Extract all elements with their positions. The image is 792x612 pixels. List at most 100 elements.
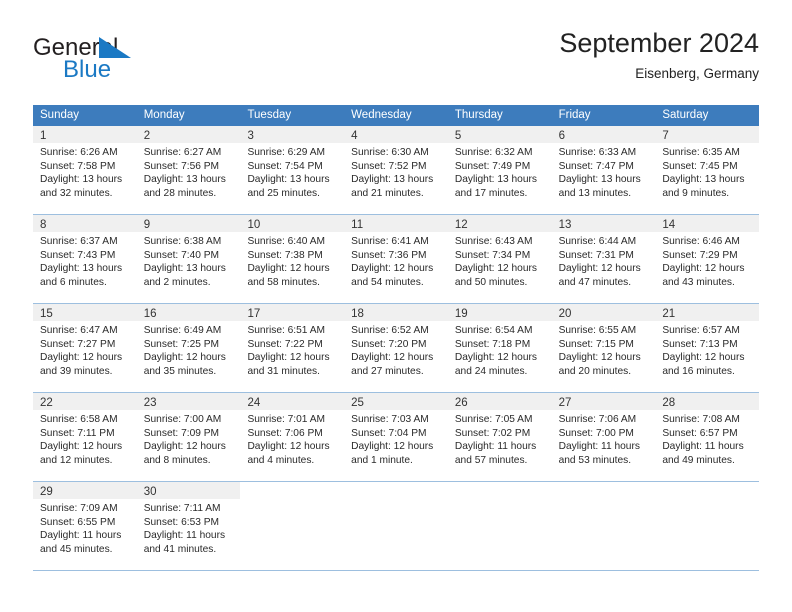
day-details: Sunrise: 6:44 AM Sunset: 7:31 PM Daylight:… xyxy=(552,232,656,295)
daylight-text-line2: and 28 minutes. xyxy=(143,187,217,199)
day-number: 30 xyxy=(143,486,157,498)
calendar-day-cell[interactable]: 12 Sunrise: 6:43 AM Sunset: 7:34 PM Dayligh… xyxy=(447,215,552,303)
daylight-text-line1: Daylight: 12 hours xyxy=(351,263,434,275)
daylight-text-line1: Daylight: 13 hours xyxy=(454,174,537,186)
calendar-day-cell[interactable]: 29 Sunrise: 7:09 AM Sunset: 6:55 PM Dayligh… xyxy=(33,482,137,570)
daylight-text-line2: and 43 minutes. xyxy=(662,276,735,288)
day-number: 20 xyxy=(558,308,572,320)
day-details: Sunrise: 6:30 AM Sunset: 7:52 PM Daylight:… xyxy=(344,143,448,206)
sunrise-text: Sunrise: 6:49 AM xyxy=(143,325,222,336)
page-title: September 2024 xyxy=(559,28,759,58)
sunset-text: Sunset: 7:40 PM xyxy=(143,249,220,261)
day-details: Sunrise: 7:08 AM Sunset: 6:57 PM Daylight:… xyxy=(655,410,759,473)
calendar-day-cell[interactable]: 7 Sunrise: 6:35 AM Sunset: 7:45 PM Daylight… xyxy=(655,126,760,214)
calendar-day-cell[interactable]: 9 Sunrise: 6:38 AM Sunset: 7:40 PM Daylight… xyxy=(136,215,241,303)
calendar-day-cell[interactable]: 27 Sunrise: 7:06 AM Sunset: 7:00 PM Dayligh… xyxy=(551,393,656,481)
daylight-text-line2: and 20 minutes. xyxy=(558,365,632,377)
calendar-day-cell[interactable]: 28 Sunrise: 7:08 AM Sunset: 6:57 PM Dayligh… xyxy=(655,393,760,481)
calendar-day-cell[interactable]: 5 Sunrise: 6:32 AM Sunset: 7:49 PM Daylight… xyxy=(447,126,552,214)
day-number-band: 17 xyxy=(240,304,345,321)
calendar-day-cell[interactable]: 19 Sunrise: 6:54 AM Sunset: 7:18 PM Dayligh… xyxy=(447,304,552,392)
brand-logo[interactable]: General Blue xyxy=(33,34,243,90)
calendar-day-cell[interactable]: 22 Sunrise: 6:58 AM Sunset: 7:11 PM Dayligh… xyxy=(33,393,137,481)
day-number-band: 14 xyxy=(655,215,760,232)
calendar-day-cell[interactable]: 20 Sunrise: 6:55 AM Sunset: 7:15 PM Dayligh… xyxy=(551,304,656,392)
calendar-day-cell[interactable]: 24 Sunrise: 7:01 AM Sunset: 7:06 PM Dayligh… xyxy=(240,393,345,481)
daylight-text-line1: Daylight: 13 hours xyxy=(558,174,641,186)
day-number: 14 xyxy=(662,219,676,231)
sunrise-text: Sunrise: 6:47 AM xyxy=(40,325,118,336)
daylight-text-line1: Daylight: 12 hours xyxy=(351,352,434,364)
sunset-text: Sunset: 6:53 PM xyxy=(143,516,220,528)
day-number-band: 7 xyxy=(655,126,760,143)
daylight-text-line2: and 49 minutes. xyxy=(662,454,735,466)
sunrise-text: Sunrise: 7:03 AM xyxy=(351,414,429,425)
sunset-text: Sunset: 7:11 PM xyxy=(40,427,115,439)
day-details: Sunrise: 6:58 AM Sunset: 7:11 PM Daylight:… xyxy=(33,410,137,473)
calendar-week-row: 22 Sunrise: 6:58 AM Sunset: 7:11 PM Dayligh… xyxy=(33,393,760,482)
day-number: 19 xyxy=(454,308,468,320)
day-number: 28 xyxy=(662,397,676,409)
day-number: 16 xyxy=(143,308,157,320)
calendar-day-cell[interactable]: 13 Sunrise: 6:44 AM Sunset: 7:31 PM Dayligh… xyxy=(551,215,656,303)
calendar-day-cell[interactable]: 18 Sunrise: 6:52 AM Sunset: 7:20 PM Dayligh… xyxy=(344,304,448,392)
daylight-text-line1: Daylight: 12 hours xyxy=(247,441,330,453)
calendar-day-cell[interactable]: 30 Sunrise: 7:11 AM Sunset: 6:53 PM Dayligh… xyxy=(136,482,241,570)
weekday-header-row: Sunday Monday Tuesday Wednesday Thursday… xyxy=(33,105,759,126)
weekday-header-monday: Monday xyxy=(143,109,185,121)
day-details: Sunrise: 7:11 AM Sunset: 6:53 PM Daylight:… xyxy=(137,499,241,562)
calendar-day-cell[interactable]: 2 Sunrise: 6:27 AM Sunset: 7:56 PM Daylight… xyxy=(136,126,241,214)
calendar-day-cell[interactable]: 23 Sunrise: 7:00 AM Sunset: 7:09 PM Dayligh… xyxy=(136,393,241,481)
day-number-band: 8 xyxy=(33,215,137,232)
title-block: September 2024 Eisenberg, Germany xyxy=(559,26,759,84)
calendar-day-cell[interactable]: 15 Sunrise: 6:47 AM Sunset: 7:27 PM Dayligh… xyxy=(33,304,137,392)
daylight-text-line1: Daylight: 12 hours xyxy=(143,441,226,453)
day-number-band: 27 xyxy=(551,393,656,410)
day-details: Sunrise: 6:43 AM Sunset: 7:34 PM Daylight:… xyxy=(448,232,552,295)
daylight-text-line2: and 32 minutes. xyxy=(40,187,113,199)
day-number-band: 19 xyxy=(447,304,552,321)
daylight-text-line2: and 21 minutes. xyxy=(351,187,424,199)
calendar-day-cell[interactable]: 8 Sunrise: 6:37 AM Sunset: 7:43 PM Daylight… xyxy=(33,215,137,303)
sunset-text: Sunset: 7:45 PM xyxy=(662,160,738,172)
calendar-day-cell[interactable]: 16 Sunrise: 6:49 AM Sunset: 7:25 PM Dayligh… xyxy=(136,304,241,392)
calendar-day-cell[interactable]: 1 Sunrise: 6:26 AM Sunset: 7:58 PM Daylight… xyxy=(33,126,137,214)
day-number-band: 16 xyxy=(136,304,241,321)
blue-triangle-flag-icon xyxy=(99,37,131,58)
calendar-day-cell[interactable]: 6 Sunrise: 6:33 AM Sunset: 7:47 PM Daylight… xyxy=(551,126,656,214)
day-details: Sunrise: 6:40 AM Sunset: 7:38 PM Daylight:… xyxy=(240,232,344,295)
sunrise-text: Sunrise: 6:41 AM xyxy=(351,236,429,247)
day-number-band: 2 xyxy=(136,126,241,143)
day-details: Sunrise: 7:06 AM Sunset: 7:00 PM Daylight:… xyxy=(552,410,656,473)
day-number-band: 1 xyxy=(33,126,137,143)
daylight-text-line2: and 53 minutes. xyxy=(558,454,632,466)
day-number: 13 xyxy=(558,219,572,231)
calendar-day-cell[interactable]: 10 Sunrise: 6:40 AM Sunset: 7:38 PM Dayligh… xyxy=(240,215,345,303)
calendar-day-cell[interactable]: 25 Sunrise: 7:03 AM Sunset: 7:04 PM Dayligh… xyxy=(344,393,448,481)
day-number-band: 21 xyxy=(655,304,760,321)
day-number-band: 6 xyxy=(551,126,656,143)
calendar-day-cell[interactable]: 3 Sunrise: 6:29 AM Sunset: 7:54 PM Daylight… xyxy=(240,126,345,214)
calendar-day-cell[interactable]: 21 Sunrise: 6:57 AM Sunset: 7:13 PM Dayligh… xyxy=(655,304,760,392)
calendar-day-cell[interactable]: 4 Sunrise: 6:30 AM Sunset: 7:52 PM Daylight… xyxy=(344,126,448,214)
sunset-text: Sunset: 7:47 PM xyxy=(558,160,634,172)
day-number: 29 xyxy=(40,486,53,498)
sunset-text: Sunset: 7:02 PM xyxy=(454,427,531,439)
daylight-text-line1: Daylight: 11 hours xyxy=(558,441,640,453)
calendar-week-row: 8 Sunrise: 6:37 AM Sunset: 7:43 PM Daylight… xyxy=(33,215,760,304)
daylight-text-line1: Daylight: 13 hours xyxy=(40,263,123,275)
daylight-text-line2: and 31 minutes. xyxy=(247,365,320,377)
calendar-day-cell[interactable]: 26 Sunrise: 7:05 AM Sunset: 7:02 PM Dayligh… xyxy=(447,393,552,481)
daylight-text-line2: and 25 minutes. xyxy=(247,187,320,199)
sunrise-text: Sunrise: 7:09 AM xyxy=(40,503,118,514)
day-number: 15 xyxy=(40,308,53,320)
sunset-text: Sunset: 7:36 PM xyxy=(351,249,427,261)
calendar-day-cell[interactable]: 17 Sunrise: 6:51 AM Sunset: 7:22 PM Dayligh… xyxy=(240,304,345,392)
calendar-day-cell[interactable]: 14 Sunrise: 6:46 AM Sunset: 7:29 PM Dayligh… xyxy=(655,215,760,303)
daylight-text-line1: Daylight: 13 hours xyxy=(143,263,226,275)
calendar-day-cell[interactable]: 11 Sunrise: 6:41 AM Sunset: 7:36 PM Dayligh… xyxy=(344,215,448,303)
daylight-text-line2: and 41 minutes. xyxy=(143,543,217,555)
day-number: 25 xyxy=(351,397,364,409)
day-number: 4 xyxy=(351,130,358,142)
day-details: Sunrise: 6:38 AM Sunset: 7:40 PM Daylight:… xyxy=(137,232,241,295)
